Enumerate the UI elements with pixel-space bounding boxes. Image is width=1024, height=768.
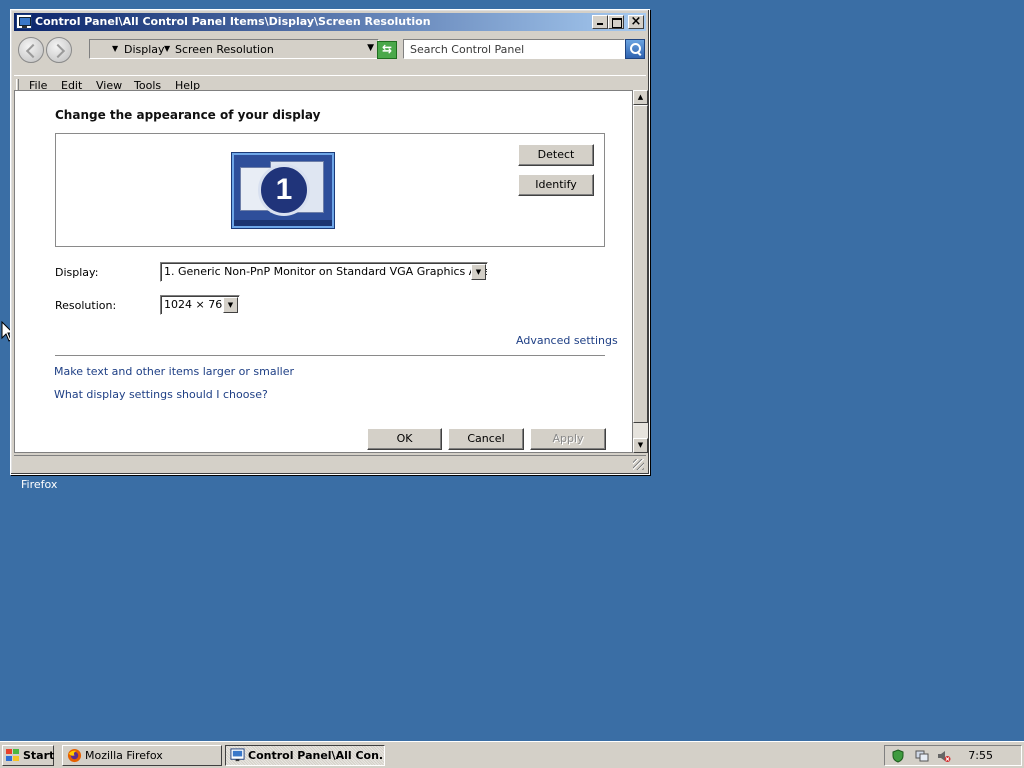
control-panel-icon <box>16 14 32 29</box>
cancel-button[interactable]: Cancel <box>448 428 524 450</box>
forward-button[interactable] <box>46 37 72 63</box>
breadcrumb-arrow-icon[interactable]: ▼ <box>164 44 170 53</box>
refresh-button[interactable]: ⇆ <box>377 41 397 59</box>
start-button[interactable]: Start <box>2 745 54 766</box>
divider <box>55 355 605 356</box>
system-tray: 7:55 <box>884 745 1022 766</box>
taskbar: Start Mozilla Firefox Control Panel\All … <box>0 741 1024 768</box>
security-shield-icon[interactable] <box>891 749 905 763</box>
resolution-select[interactable]: 1024 × 768 ▼ <box>160 295 240 315</box>
network-icon[interactable] <box>915 749 929 763</box>
close-button[interactable] <box>628 15 644 29</box>
monitor-number-badge: 1 <box>258 164 310 216</box>
maximize-button[interactable] <box>608 15 624 29</box>
taskbar-firefox[interactable]: Mozilla Firefox <box>62 745 222 766</box>
ok-button[interactable]: OK <box>367 428 442 450</box>
resolution-select-value: 1024 × 768 <box>164 298 230 311</box>
control-panel-window: Control Panel\All Control Panel Items\Di… <box>10 9 650 475</box>
monitor-1-icon[interactable]: 1 <box>232 153 334 228</box>
search-icon[interactable] <box>625 39 645 59</box>
scroll-down-button[interactable]: ▼ <box>633 438 648 453</box>
resize-grip-icon[interactable] <box>633 459 644 470</box>
address-toolbar: ▼ Display ▼ Screen Resolution ▼ ⇆ Search… <box>14 33 646 75</box>
taskbar-control-panel-label: Control Panel\All Con... <box>248 749 385 762</box>
identify-button[interactable]: Identify <box>518 174 594 196</box>
status-bar <box>14 455 646 472</box>
screen-resolution-panel: Change the appearance of your display 1 … <box>14 90 633 453</box>
vertical-scrollbar[interactable]: ▲ ▼ <box>633 90 648 453</box>
address-dropdown-icon[interactable]: ▼ <box>367 43 374 53</box>
breadcrumb-display[interactable]: Display <box>124 43 165 56</box>
apply-button[interactable]: Apply <box>530 428 606 450</box>
chevron-down-icon[interactable]: ▼ <box>471 264 486 280</box>
window-title: Control Panel\All Control Panel Items\Di… <box>35 15 431 28</box>
start-label: Start <box>23 749 55 762</box>
search-input[interactable]: Search Control Panel <box>403 39 625 59</box>
taskbar-firefox-label: Mozilla Firefox <box>85 749 163 762</box>
breadcrumb-screen-resolution[interactable]: Screen Resolution <box>175 43 274 56</box>
chevron-down-icon[interactable]: ▼ <box>223 297 238 313</box>
scroll-up-button[interactable]: ▲ <box>633 90 648 105</box>
display-select[interactable]: 1. Generic Non-PnP Monitor on Standard V… <box>160 262 488 282</box>
control-panel-icon <box>230 748 245 762</box>
advanced-settings-link[interactable]: Advanced settings <box>516 334 618 347</box>
monitor-preview-taskbar <box>234 220 332 226</box>
page-title: Change the appearance of your display <box>55 108 321 122</box>
text-size-link[interactable]: Make text and other items larger or smal… <box>54 365 294 378</box>
display-label: Display: <box>55 266 99 279</box>
address-bar[interactable]: ▼ Display ▼ Screen Resolution ▼ <box>89 39 379 59</box>
minimize-button[interactable] <box>592 15 608 29</box>
back-button[interactable] <box>18 37 44 63</box>
clock[interactable]: 7:55 <box>968 749 993 762</box>
display-select-value: 1. Generic Non-PnP Monitor on Standard V… <box>164 265 488 278</box>
desktop-icon-label[interactable]: Firefox <box>21 478 57 491</box>
scroll-thumb[interactable] <box>633 105 648 423</box>
display-settings-help-link[interactable]: What display settings should I choose? <box>54 388 268 401</box>
firefox-icon <box>67 748 82 763</box>
breadcrumb-arrow-icon[interactable]: ▼ <box>112 44 118 53</box>
detect-button[interactable]: Detect <box>518 144 594 166</box>
monitor-arrangement: 1 Detect Identify <box>55 133 605 247</box>
volume-muted-icon[interactable] <box>937 749 951 763</box>
windows-logo-icon <box>6 749 20 762</box>
resolution-label: Resolution: <box>55 299 117 312</box>
taskbar-control-panel[interactable]: Control Panel\All Con... <box>225 745 385 766</box>
title-bar[interactable]: Control Panel\All Control Panel Items\Di… <box>14 13 646 31</box>
